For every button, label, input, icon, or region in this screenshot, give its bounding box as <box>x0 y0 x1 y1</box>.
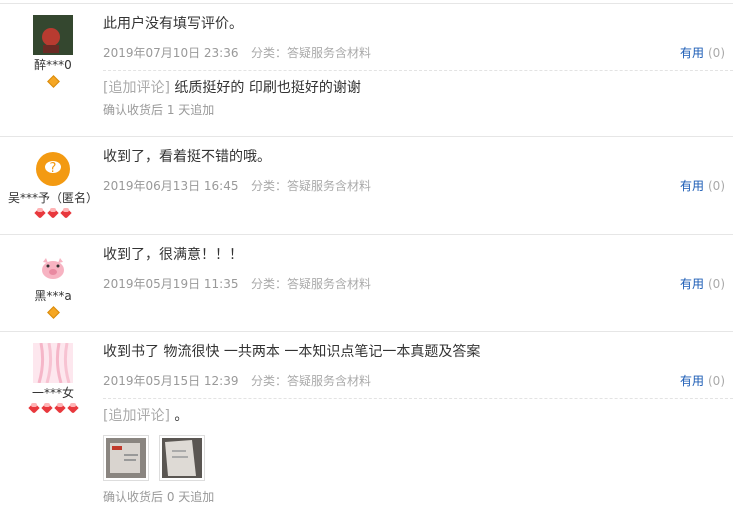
photo-image <box>162 438 202 478</box>
avatar[interactable] <box>33 343 73 383</box>
useful-button[interactable]: 有用 (0) <box>680 372 725 390</box>
review-photo[interactable] <box>159 435 205 481</box>
reviewer-info: 黑***a <box>0 246 106 319</box>
member-level-badge <box>0 403 106 415</box>
heart-diamond-icon <box>34 208 46 219</box>
review-date: 2019年06月13日 16:45 <box>103 179 239 193</box>
useful-count: (0) <box>708 46 725 60</box>
review-text: 收到书了 物流很快 一共两本 一本知识点笔记一本真题及答案 <box>103 344 481 360</box>
review-date: 2019年05月19日 11:35 <box>103 277 239 291</box>
heart-diamond-icon <box>54 403 66 414</box>
useful-label: 有用 <box>679 46 704 60</box>
useful-button[interactable]: 有用 (0) <box>680 44 725 62</box>
review-category: 分类：答疑服务含材料 <box>251 179 372 193</box>
divider <box>103 70 733 71</box>
review-item: 一***女 收到书了 物流很快 一共两本 一本知识点笔记一本真题及答案 2019… <box>0 331 733 517</box>
review-date: 2019年07月10日 23:36 <box>103 46 239 60</box>
heart-diamond-icon <box>47 208 59 219</box>
reviewer-info: 一***女 <box>0 343 106 415</box>
avatar-image <box>33 15 73 55</box>
avatar-image <box>33 246 73 286</box>
useful-count: (0) <box>708 374 725 388</box>
member-level-badge <box>0 208 106 220</box>
useful-label: 有用 <box>679 374 704 388</box>
avatar[interactable] <box>33 15 73 55</box>
review-item: 黑***a 收到了，很满意！！！ 2019年05月19日 11:35 分类：答疑… <box>0 234 733 331</box>
review-photos <box>103 435 733 481</box>
review-category: 分类：答疑服务含材料 <box>251 374 372 388</box>
append-tag: [追加评论] <box>103 408 170 424</box>
reviewer-name: 醉***0 <box>34 58 72 72</box>
avatar[interactable]: ? <box>33 148 73 188</box>
append-text: 。 <box>169 408 189 424</box>
append-time: 确认收货后 1 天追加 <box>103 103 215 117</box>
heart-diamond-icon <box>60 208 72 219</box>
append-review: [追加评论] 。 <box>103 407 733 425</box>
review-item: ? 吴***予（匿名） 收到了，看着挺不错的哦。 2019年06月13日 16:… <box>0 136 733 234</box>
review-category: 分类：答疑服务含材料 <box>251 277 372 291</box>
reviewer-name: 吴***予（匿名） <box>7 191 98 205</box>
append-time: 确认收货后 0 天追加 <box>103 490 215 504</box>
heart-diamond-icon <box>41 403 53 414</box>
useful-count: (0) <box>708 179 725 193</box>
avatar-image <box>33 343 73 383</box>
useful-button[interactable]: 有用 (0) <box>680 275 725 293</box>
append-text: 纸质挺好的 印刷也挺好的谢谢 <box>169 80 361 96</box>
review-date: 2019年05月15日 12:39 <box>103 374 239 388</box>
divider <box>103 398 733 399</box>
append-tag: [追加评论] <box>103 80 170 96</box>
useful-count: (0) <box>708 277 725 291</box>
svg-text:?: ? <box>50 161 57 176</box>
review-item: 醉***0 此用户没有填写评价。 2019年07月10日 23:36 分类：答疑… <box>0 3 733 136</box>
avatar[interactable] <box>33 246 73 286</box>
useful-label: 有用 <box>679 277 704 291</box>
append-review: [追加评论] 纸质挺好的 印刷也挺好的谢谢 <box>103 79 733 97</box>
reviewer-name: 一***女 <box>31 386 74 400</box>
reviewer-info: ? 吴***予（匿名） <box>0 148 106 220</box>
reviewer-info: 醉***0 <box>0 15 106 88</box>
diamond-icon <box>46 306 60 319</box>
avatar-image: ? <box>33 148 73 188</box>
review-category: 分类：答疑服务含材料 <box>251 46 372 60</box>
review-text: 此用户没有填写评价。 <box>103 16 243 32</box>
reviewer-name: 黑***a <box>34 289 72 303</box>
diamond-icon <box>46 75 60 88</box>
review-text: 收到了，看着挺不错的哦。 <box>103 149 271 165</box>
photo-image <box>106 438 146 478</box>
heart-diamond-icon <box>28 403 40 414</box>
useful-button[interactable]: 有用 (0) <box>680 177 725 195</box>
member-level-badge <box>0 75 106 88</box>
useful-label: 有用 <box>679 179 704 193</box>
heart-diamond-icon <box>67 403 79 414</box>
review-text: 收到了，很满意！！！ <box>103 247 243 263</box>
review-photo[interactable] <box>103 435 149 481</box>
member-level-badge <box>0 306 106 319</box>
